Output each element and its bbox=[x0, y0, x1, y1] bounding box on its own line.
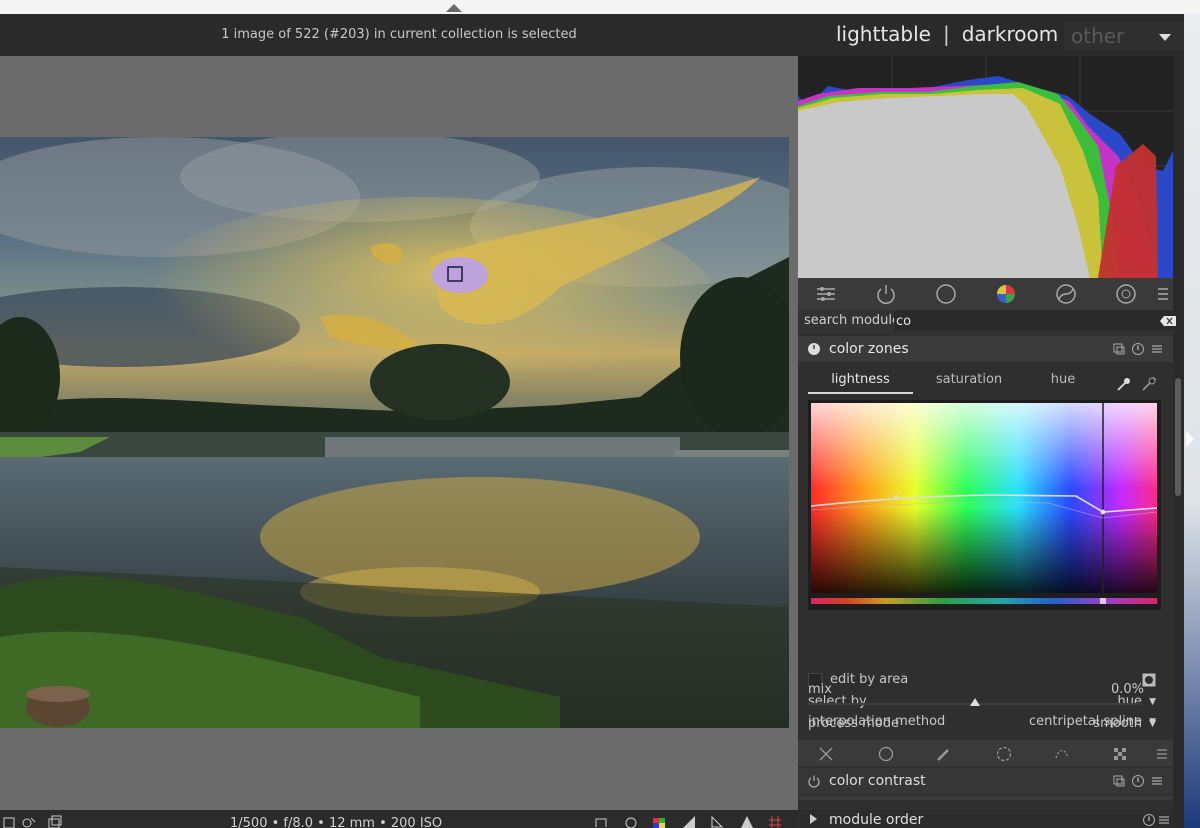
color-zones-title: color zones bbox=[829, 341, 909, 357]
right-window-edge bbox=[1184, 14, 1200, 828]
hamburger-icon[interactable] bbox=[1156, 282, 1170, 306]
warning-icon[interactable] bbox=[740, 815, 754, 828]
view-other-dropdown[interactable]: other bbox=[1064, 22, 1184, 50]
tab-lightness[interactable]: lightness bbox=[808, 372, 913, 394]
multi-instance-icon[interactable] bbox=[1112, 774, 1126, 788]
path-icon[interactable] bbox=[1054, 746, 1070, 762]
focus-peaking-icon[interactable] bbox=[710, 815, 724, 828]
styles-icon[interactable] bbox=[2, 815, 16, 828]
color-zones-graph[interactable] bbox=[808, 400, 1161, 610]
second-window-icon[interactable] bbox=[48, 815, 62, 828]
mask-tools-bar bbox=[798, 740, 1173, 766]
mix-slider-row[interactable]: mix 0.0% bbox=[808, 682, 1158, 706]
top-panel-strip bbox=[0, 0, 1200, 14]
color-zones-curve-area bbox=[810, 403, 1158, 604]
module-order-title: module order bbox=[829, 812, 924, 828]
histogram-plot bbox=[798, 56, 1173, 278]
view-switcher: lighttable | darkroom | bbox=[836, 22, 1089, 46]
module-order-row[interactable]: module order bbox=[798, 810, 1173, 828]
right-panel: search module color zones lightness satu… bbox=[798, 56, 1184, 828]
mix-label: mix bbox=[808, 682, 832, 697]
view-darkroom[interactable]: darkroom bbox=[962, 22, 1059, 46]
gamut-check-icon[interactable] bbox=[682, 815, 696, 828]
multi-instance-icon[interactable] bbox=[1112, 342, 1126, 356]
search-module-input[interactable] bbox=[894, 311, 1181, 331]
color-zones-header[interactable]: color zones bbox=[798, 336, 1173, 362]
color-picker-icon[interactable] bbox=[1116, 376, 1132, 392]
brush-icon[interactable] bbox=[936, 746, 952, 762]
panel-scrollbar-thumb[interactable] bbox=[1175, 378, 1181, 496]
area-color-picker-icon[interactable] bbox=[1141, 376, 1157, 392]
clipping-icon[interactable] bbox=[624, 815, 638, 828]
reset-icon[interactable] bbox=[1131, 342, 1145, 356]
view-other-label: other bbox=[1071, 24, 1125, 48]
sliders-icon[interactable] bbox=[814, 282, 838, 306]
circle-icon[interactable] bbox=[878, 746, 894, 762]
expand-arrow-icon[interactable] bbox=[810, 814, 817, 824]
view-lighttable[interactable]: lighttable bbox=[836, 22, 931, 46]
center-view bbox=[0, 56, 798, 810]
raw-overexposed-icon[interactable] bbox=[594, 815, 608, 828]
circle-icon[interactable] bbox=[934, 282, 958, 306]
bottom-toolbar: 1/500 • f/8.0 • 12 mm • 200 ISO bbox=[0, 810, 798, 828]
hamburger-icon[interactable] bbox=[1154, 746, 1170, 762]
chevron-down-icon bbox=[1159, 34, 1171, 41]
search-module-row: search module bbox=[798, 310, 1181, 334]
search-module-label: search module bbox=[804, 313, 901, 328]
dropdown-arrow-icon: ▼ bbox=[1149, 717, 1156, 727]
color-ball-icon[interactable] bbox=[994, 282, 1018, 306]
guides-icon[interactable] bbox=[768, 815, 782, 828]
histogram[interactable] bbox=[798, 56, 1173, 278]
color-contrast-header[interactable]: color contrast bbox=[798, 768, 1173, 794]
collapse-top-arrow-icon[interactable] bbox=[446, 4, 462, 12]
effect-icon[interactable] bbox=[1114, 282, 1138, 306]
color-contrast-title: color contrast bbox=[829, 773, 926, 789]
exif-info: 1/500 • f/8.0 • 12 mm • 200 ISO bbox=[230, 816, 443, 828]
power-icon[interactable] bbox=[807, 774, 821, 788]
power-icon[interactable] bbox=[874, 282, 898, 306]
presets-menu-icon[interactable] bbox=[1150, 774, 1164, 788]
selection-info: 1 image of 522 (#203) in current collect… bbox=[221, 27, 577, 42]
photo-preview[interactable] bbox=[0, 137, 789, 728]
landscape-photo bbox=[0, 137, 789, 728]
next-module-header-partial bbox=[798, 796, 1173, 800]
color-zones-body: lightness saturation hue edit by area se… bbox=[798, 362, 1173, 734]
mix-slider-marker[interactable] bbox=[970, 698, 980, 706]
checkerboard-icon[interactable] bbox=[1112, 746, 1128, 762]
presets-icon[interactable] bbox=[22, 815, 36, 828]
tab-saturation[interactable]: saturation bbox=[923, 372, 1015, 394]
close-icon[interactable] bbox=[818, 746, 834, 762]
clear-search-icon[interactable] bbox=[1160, 316, 1176, 326]
mix-value: 0.0% bbox=[1110, 682, 1144, 697]
correct-icon[interactable] bbox=[1054, 282, 1078, 306]
interpolation-label: interpolation method bbox=[808, 714, 946, 729]
gradient-icon[interactable] bbox=[996, 746, 1012, 762]
interpolation-row[interactable]: interpolation method centripetal spline … bbox=[808, 714, 1158, 734]
tab-hue[interactable]: hue bbox=[1028, 372, 1098, 394]
expand-right-arrow-icon[interactable] bbox=[1186, 431, 1194, 447]
power-icon[interactable] bbox=[807, 342, 821, 356]
softproof-icon[interactable] bbox=[652, 815, 666, 828]
reset-icon[interactable] bbox=[1131, 774, 1145, 788]
interpolation-value: centripetal spline bbox=[1029, 714, 1142, 729]
reset-icon[interactable] bbox=[1142, 813, 1156, 827]
top-header-bar: 1 image of 522 (#203) in current collect… bbox=[0, 14, 1184, 56]
presets-menu-icon[interactable] bbox=[1150, 342, 1164, 356]
module-groups-bar bbox=[798, 278, 1173, 310]
view-separator: | bbox=[942, 22, 950, 46]
presets-menu-icon[interactable] bbox=[1158, 813, 1170, 827]
